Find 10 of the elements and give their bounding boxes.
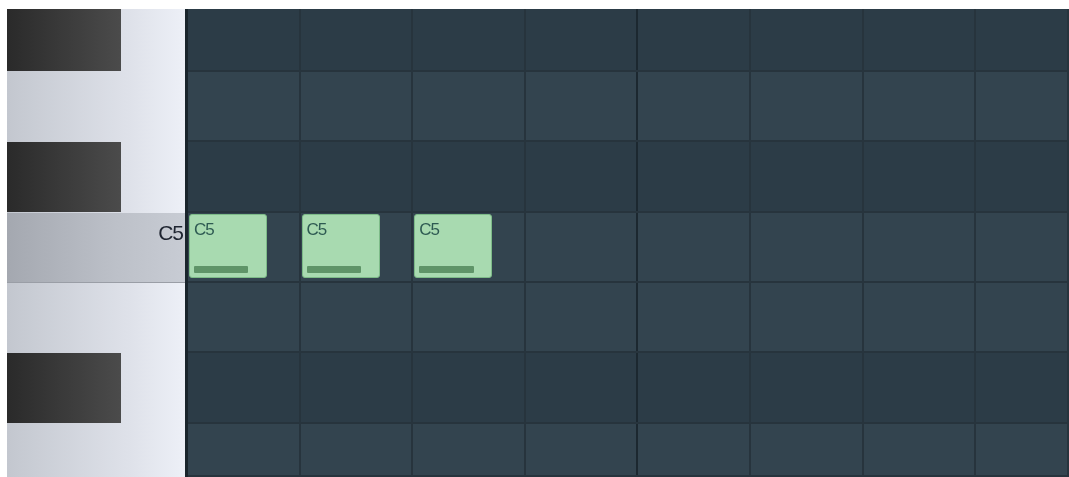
note-label: C5 [194, 221, 214, 238]
note-label: C5 [419, 221, 439, 238]
sharp-key[interactable] [7, 353, 121, 423]
note-block[interactable]: C5 [189, 214, 267, 278]
sharp-key[interactable] [7, 9, 121, 71]
note-label: C5 [306, 221, 327, 238]
note-block[interactable]: C5 [414, 214, 493, 278]
note-block[interactable]: C5 [301, 214, 380, 278]
sharp-key[interactable] [7, 142, 121, 212]
piano-key[interactable]: C5 [7, 213, 185, 282]
